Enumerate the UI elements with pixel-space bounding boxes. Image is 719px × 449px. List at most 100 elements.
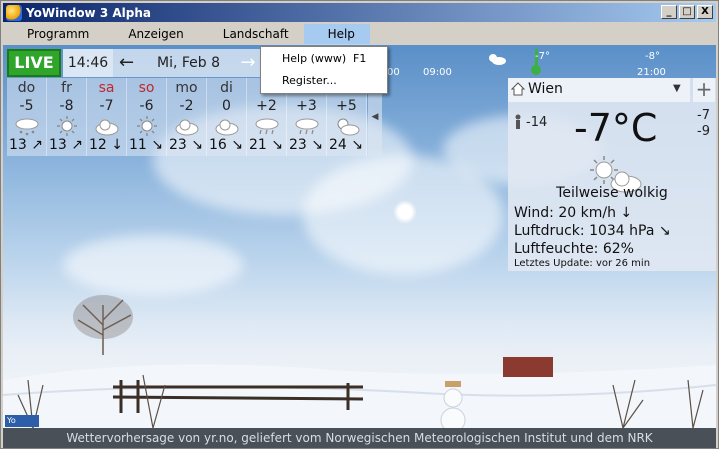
last-update: Letztes Update: vor 26 min <box>514 258 651 269</box>
menu-help[interactable]: Help <box>303 24 370 44</box>
low-temp: -9 <box>697 124 710 139</box>
day-name: sa <box>98 80 115 96</box>
condition-text: Teilweise wolkig <box>556 185 668 201</box>
wind-direction-icon: ↘ <box>351 137 364 153</box>
wind-direction-icon: ↘ <box>311 137 324 153</box>
wind-direction-icon: ↘ <box>191 137 204 153</box>
wind-direction-icon: ↘ <box>151 137 164 153</box>
wind-speed: 24 <box>329 137 347 153</box>
menu-landschaft[interactable]: Landschaft <box>199 24 304 44</box>
day-wind: 13 ↗ <box>49 137 83 153</box>
day-wind: 21 ↘ <box>249 137 283 153</box>
day-wind: 12 ↓ <box>89 137 123 153</box>
sun-glow <box>393 200 417 224</box>
wind-speed: 23 <box>169 137 187 153</box>
day-temp: -8 <box>59 98 74 114</box>
wind-speed: 13 <box>9 137 27 153</box>
day-forecast[interactable]: di 0 16 ↘ <box>207 78 247 156</box>
live-button[interactable]: LIVE <box>7 49 61 77</box>
sun-icon <box>137 116 157 136</box>
chevron-down-icon[interactable]: ▼ <box>673 83 681 94</box>
help-menu-dropdown: Help (www) F1 Register... <box>260 46 388 94</box>
day-wind: 16 ↘ <box>209 137 243 153</box>
feels-like-temp: -14 <box>526 115 548 130</box>
home-icon <box>511 82 525 96</box>
window-title: YoWindow 3 Alpha <box>26 5 151 20</box>
day-temp: -2 <box>179 98 194 114</box>
rain-cloud-icon <box>255 118 279 135</box>
prev-day-arrow-icon[interactable]: ← <box>119 49 134 77</box>
current-conditions-panel: Wien ▼ + -14 -7°C -7 -9 Teilweise wolkig… <box>508 78 716 271</box>
day-name: di <box>220 80 233 96</box>
day-wind: 11 ↘ <box>129 137 163 153</box>
day-wind: 23 ↘ <box>169 137 203 153</box>
timeline-label: 00 <box>387 67 400 78</box>
wind-speed: 16 <box>209 137 227 153</box>
location-selector[interactable]: Wien ▼ <box>508 78 690 102</box>
high-temp: -7 <box>697 108 710 123</box>
day-temp: +3 <box>296 98 317 114</box>
wind-speed: 21 <box>249 137 267 153</box>
menu-register[interactable]: Register... <box>261 71 387 91</box>
day-name: do <box>17 80 36 96</box>
wind-speed: 13 <box>49 137 67 153</box>
day-temp: -7 <box>99 98 114 114</box>
add-location-button[interactable]: + <box>693 78 715 102</box>
current-temperature: -7°C <box>574 106 658 150</box>
wind-direction-icon: ↗ <box>71 137 84 153</box>
day-forecast[interactable]: fr -8 13 ↗ <box>47 78 87 156</box>
timeline-marker-knob[interactable] <box>531 65 541 75</box>
landscape-illustration <box>3 295 716 428</box>
person-icon <box>515 114 521 129</box>
timeline-label: 09:00 <box>423 67 452 78</box>
partly-cloudy-icon <box>489 54 506 65</box>
app-logo-icon <box>6 4 22 21</box>
weather-scene: LIVE 14:46 ← Mi, Feb 8 → 00 09:00 -7° -8… <box>3 45 716 428</box>
wind-speed: 23 <box>289 137 307 153</box>
next-day-arrow-icon[interactable]: → <box>235 49 261 77</box>
high-low: -7 -9 <box>697 108 710 140</box>
day-temp: -5 <box>19 98 34 114</box>
day-name: so <box>138 80 155 96</box>
wind-direction-icon: ↓ <box>111 137 124 153</box>
menu-bar: Programm Anzeigen Landschaft Help <box>3 24 716 44</box>
partly-cloudy-icon <box>337 118 360 136</box>
wind-speed: 12 <box>89 137 107 153</box>
menu-programm[interactable]: Programm <box>3 24 104 44</box>
menu-item-label: Help (www) <box>282 52 347 65</box>
hourly-timeline[interactable]: 00 09:00 -7° -8° 21:00 <box>383 49 716 78</box>
snow-cloud-icon <box>15 118 39 136</box>
timeline-temp: -8° <box>645 51 660 62</box>
day-temp: +2 <box>256 98 277 114</box>
day-name: fr <box>61 80 72 96</box>
wind-direction-icon: ↗ <box>31 137 44 153</box>
timeline-label: 21:00 <box>637 67 666 78</box>
yowindow-brand[interactable]: Yo <box>5 415 39 427</box>
minimize-button[interactable]: _ <box>661 5 677 19</box>
date-label: Mi, Feb 8 <box>157 55 221 71</box>
marker-temp: -7° <box>535 51 550 62</box>
title-bar[interactable]: YoWindow 3 Alpha _ □ X <box>3 3 716 22</box>
wind-row: Wind: 20 km/h ↓ <box>514 205 633 221</box>
cloud-icon <box>175 119 199 136</box>
city-name: Wien <box>528 81 563 97</box>
footer-credit[interactable]: Wettervorhersage von yr.no, geliefert vo… <box>3 428 716 448</box>
maximize-button[interactable]: □ <box>679 5 695 19</box>
close-button[interactable]: X <box>697 5 713 19</box>
app-window: YoWindow 3 Alpha _ □ X Programm Anzeigen… <box>0 0 719 449</box>
day-wind: 24 ↘ <box>329 137 363 153</box>
menu-anzeigen[interactable]: Anzeigen <box>104 24 198 44</box>
current-time: 14:46 <box>63 49 113 77</box>
day-name: mo <box>175 80 198 96</box>
day-forecast[interactable]: mo -2 23 ↘ <box>167 78 207 156</box>
day-forecast[interactable]: so -6 11 ↘ <box>127 78 167 156</box>
menu-item-label: Register... <box>282 74 337 87</box>
day-forecast[interactable]: sa -7 12 ↓ <box>87 78 127 156</box>
menu-item-shortcut: F1 <box>353 52 367 65</box>
day-forecast[interactable]: do -5 13 ↗ <box>7 78 47 156</box>
wind-speed: 11 <box>129 137 147 153</box>
day-wind: 23 ↘ <box>289 137 323 153</box>
day-wind: 13 ↗ <box>9 137 43 153</box>
day-temp: -6 <box>139 98 154 114</box>
menu-help-www[interactable]: Help (www) F1 <box>261 49 387 69</box>
